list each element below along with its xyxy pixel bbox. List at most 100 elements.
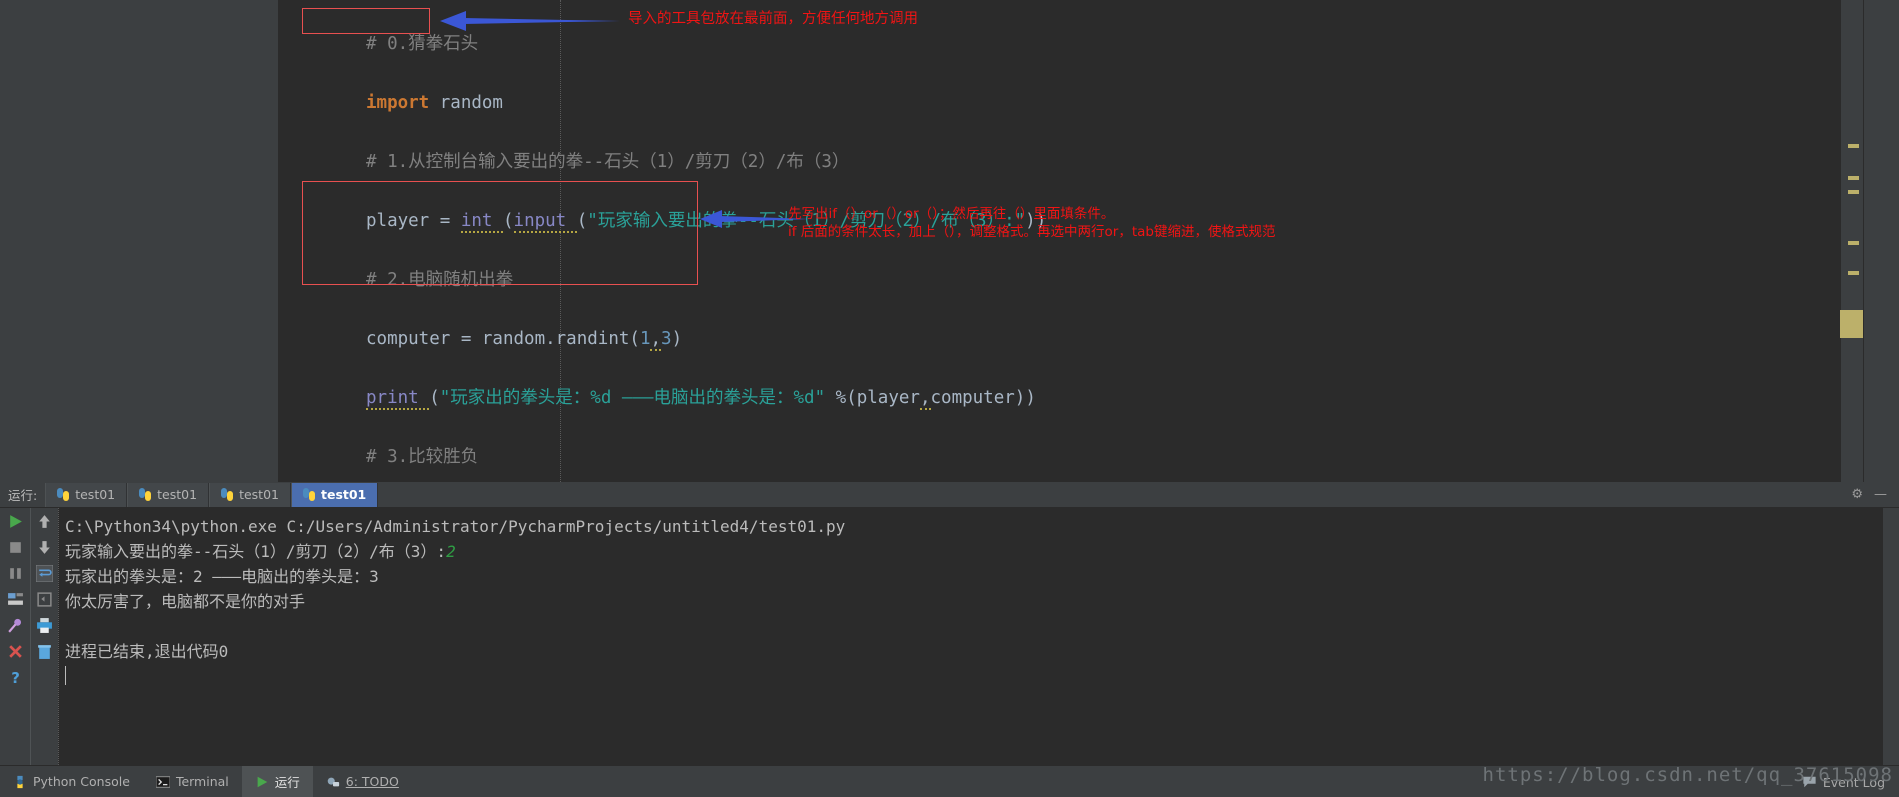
- num-1: 1: [639, 328, 651, 349]
- code-line-6[interactable]: print ("玩家出的拳头是：%d ———电脑出的拳头是：%d" %(play…: [366, 384, 1839, 414]
- minimize-icon[interactable]: —: [1874, 487, 1887, 502]
- settings-gear-icon[interactable]: ⚙: [1851, 487, 1863, 502]
- export-to-file-icon[interactable]: [36, 591, 53, 608]
- python-console-icon: [17, 775, 23, 788]
- run-tool-window: 运行: test01 test01 test01 test01 ⚙ — ? C:…: [0, 482, 1899, 765]
- code-line-5[interactable]: computer = random.randint(1,3): [366, 325, 1839, 355]
- run-tab-0[interactable]: test01: [45, 482, 128, 507]
- help-icon[interactable]: ?: [7, 669, 24, 686]
- status-item-python-console-label: Python Console: [33, 774, 130, 789]
- editor-right-strip: [1863, 0, 1899, 482]
- console-output-2: 你太厉害了，电脑都不是你的对手: [65, 592, 306, 611]
- paren-open-3: (: [429, 387, 440, 408]
- scroll-down-icon[interactable]: [36, 539, 53, 556]
- code-line-0-text: # 0.猜拳石头: [366, 33, 479, 54]
- run-toolbar-secondary: [30, 508, 58, 765]
- scroll-up-icon[interactable]: [36, 513, 53, 530]
- warning-marker[interactable]: [1848, 271, 1859, 275]
- console-layout-icon[interactable]: [7, 591, 24, 608]
- status-item-terminal-label: Terminal: [175, 774, 229, 789]
- status-item-terminal[interactable]: Terminal: [143, 766, 242, 797]
- python-file-icon: [57, 488, 70, 501]
- run-tab-1-label: test01: [157, 487, 198, 502]
- print-icon[interactable]: [36, 617, 53, 634]
- warning-marker[interactable]: [1848, 176, 1859, 180]
- format-args: %(player,computer)): [825, 387, 1036, 410]
- run-tab-bar: 运行: test01 test01 test01 test01 ⚙ —: [0, 482, 1899, 508]
- svg-text:?: ?: [11, 669, 20, 686]
- status-item-todo-label: 6: TODO: [345, 774, 399, 789]
- module-random: random: [429, 92, 503, 113]
- status-item-todo[interactable]: 6: TODO: [313, 766, 412, 797]
- fn-print-1: print: [366, 387, 430, 410]
- pycharm-window: # 0.猜拳石头 import random # 1.从控制台输入要出的拳--石…: [0, 0, 1899, 797]
- event-log-label: Event Log: [1822, 774, 1885, 790]
- warning-marker[interactable]: [1848, 241, 1859, 245]
- python-file-icon: [221, 488, 234, 501]
- code-line-1[interactable]: import random: [366, 89, 1839, 119]
- event-log-button[interactable]: Event Log: [1802, 766, 1885, 797]
- annotation-if-block: 先写出if（）or（）or（）；然后再往（）里面填条件。 if 后面的条件太长，…: [788, 205, 1276, 241]
- warning-marker[interactable]: [1848, 144, 1859, 148]
- run-tab-1[interactable]: test01: [127, 482, 210, 507]
- run-tab-0-label: test01: [75, 487, 116, 502]
- paren-open-2: (: [576, 210, 588, 231]
- console-scrollbar[interactable]: [1883, 508, 1899, 765]
- terminal-icon: [155, 775, 170, 788]
- var-player: player =: [366, 210, 461, 231]
- var-computer: computer = random.randint(: [366, 328, 640, 349]
- run-toolbar-primary: ?: [0, 508, 30, 765]
- num-3: 3: [661, 328, 672, 349]
- status-item-run[interactable]: 运行: [241, 765, 313, 797]
- pin-tab-icon[interactable]: [7, 617, 24, 634]
- python-file-icon: [139, 488, 152, 501]
- event-log-icon: [1803, 776, 1816, 788]
- todo-icon: [327, 777, 339, 786]
- code-line-4[interactable]: # 2.电脑随机出拳: [366, 266, 1839, 296]
- console-command: C:\Python34\python.exe C:/Users/Administ…: [65, 517, 846, 536]
- pause-icon[interactable]: [7, 565, 24, 582]
- console-exit: 进程已结束,退出代码0: [65, 642, 229, 661]
- run-window-label: 运行:: [8, 488, 38, 503]
- run-tab-3[interactable]: test01: [290, 482, 379, 507]
- fn-input: input: [513, 210, 577, 233]
- code-line-2-text: # 1.从控制台输入要出的拳--石头（1）/剪刀（2）/布（3）: [366, 151, 850, 172]
- run-play-icon: [257, 776, 268, 787]
- stop-icon[interactable]: [7, 539, 24, 556]
- paren-open-1: (: [502, 210, 514, 231]
- status-item-python-console[interactable]: Python Console: [0, 766, 143, 797]
- annotation-if-line-1: 先写出if（）or（）or（）；然后再往（）里面填条件。: [788, 206, 1115, 222]
- blue-arrow-top: [440, 11, 620, 31]
- console-output[interactable]: C:\Python34\python.exe C:/Users/Administ…: [58, 508, 1883, 765]
- console-output-1: 玩家出的拳头是：2 ———电脑出的拳头是：3: [65, 567, 379, 586]
- run-tab-2-label: test01: [239, 487, 279, 502]
- status-bar: Python Console Terminal 运行 6: TODO Event…: [0, 765, 1899, 797]
- console-user-input: 2: [446, 542, 456, 561]
- fn-int: int: [460, 210, 503, 233]
- soft-wrap-icon[interactable]: [36, 565, 53, 582]
- python-file-icon: [302, 488, 316, 501]
- close-icon[interactable]: [7, 643, 24, 660]
- annotation-if-line-2: if 后面的条件太长，加上（），调整格式。再选中两行or，tab键缩进，使格式规…: [788, 224, 1276, 240]
- warning-marker[interactable]: [1848, 190, 1859, 194]
- code-canvas[interactable]: # 0.猜拳石头 import random # 1.从控制台输入要出的拳--石…: [278, 0, 1899, 764]
- source-code[interactable]: # 0.猜拳石头 import random # 1.从控制台输入要出的拳--石…: [366, 0, 1839, 764]
- keyword-import: import: [366, 92, 430, 113]
- run-tab-2[interactable]: test01: [209, 482, 291, 507]
- code-line-7[interactable]: # 3.比较胜负: [366, 443, 1839, 473]
- code-line-7-text: # 3.比较胜负: [366, 446, 479, 467]
- run-tab-3-label: test01: [320, 487, 367, 502]
- rerun-icon[interactable]: [7, 513, 24, 530]
- console-caret: [65, 666, 66, 685]
- string-result-format: "玩家出的拳头是：%d ———电脑出的拳头是：%d": [439, 387, 826, 408]
- status-item-run-label: 运行: [274, 775, 300, 790]
- console-prompt: 玩家输入要出的拳--石头（1）/剪刀（2）/布（3）:: [65, 542, 447, 561]
- code-line-2[interactable]: # 1.从控制台输入要出的拳--石头（1）/剪刀（2）/布（3）: [366, 148, 1839, 178]
- comma-1: ,: [650, 328, 662, 351]
- clear-all-icon[interactable]: [36, 643, 53, 660]
- code-line-4-text: # 2.电脑随机出拳: [366, 269, 514, 290]
- editor-area: # 0.猜拳石头 import random # 1.从控制台输入要出的拳--石…: [0, 0, 1899, 764]
- paren-close-2: ): [671, 328, 683, 349]
- annotation-import: 导入的工具包放在最前面，方便任何地方调用: [628, 11, 918, 27]
- left-tool-panel: [0, 0, 278, 482]
